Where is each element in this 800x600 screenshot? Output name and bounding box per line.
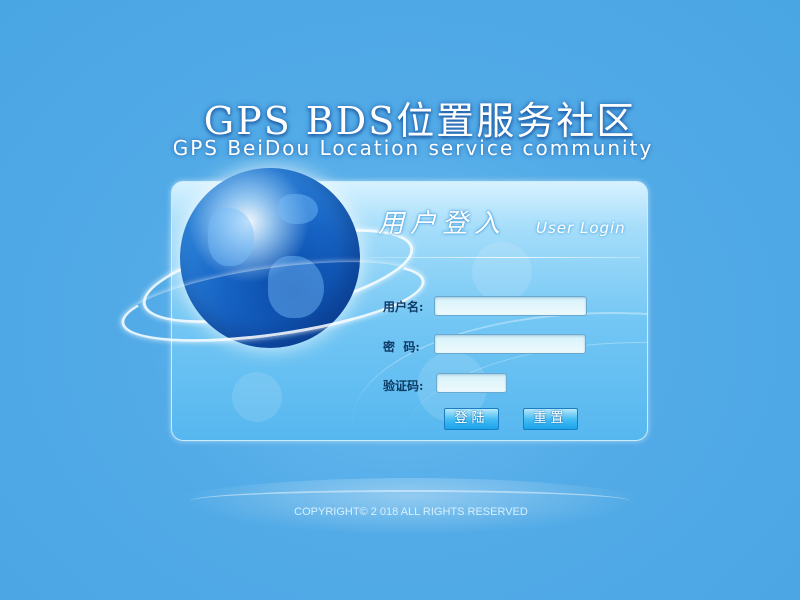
password-input[interactable] — [434, 334, 586, 354]
globe-land — [208, 208, 254, 266]
copyright-text: COPYRIGHT© 2 018 ALL RIGHTS RESERVED — [294, 506, 528, 518]
password-label: 密 码: — [383, 340, 420, 354]
username-label: 用户名: — [383, 300, 424, 314]
captcha-input[interactable] — [436, 373, 507, 393]
login-page: GPS BDS位置服务社区 GPS BeiDou Location servic… — [0, 0, 800, 600]
reset-button[interactable]: 重置 — [523, 408, 578, 430]
globe-icon — [116, 160, 430, 380]
globe-land — [278, 194, 318, 224]
login-button[interactable]: 登陆 — [444, 408, 499, 430]
username-input[interactable] — [434, 296, 587, 316]
login-title-cn: 用户登入 — [378, 209, 507, 239]
panel-bubble-decoration — [472, 242, 532, 302]
login-title-en: User Login — [536, 219, 626, 237]
page-subtitle: GPS BeiDou Location service community — [172, 136, 654, 160]
captcha-label: 验证码: — [383, 379, 424, 393]
divider — [370, 257, 640, 258]
